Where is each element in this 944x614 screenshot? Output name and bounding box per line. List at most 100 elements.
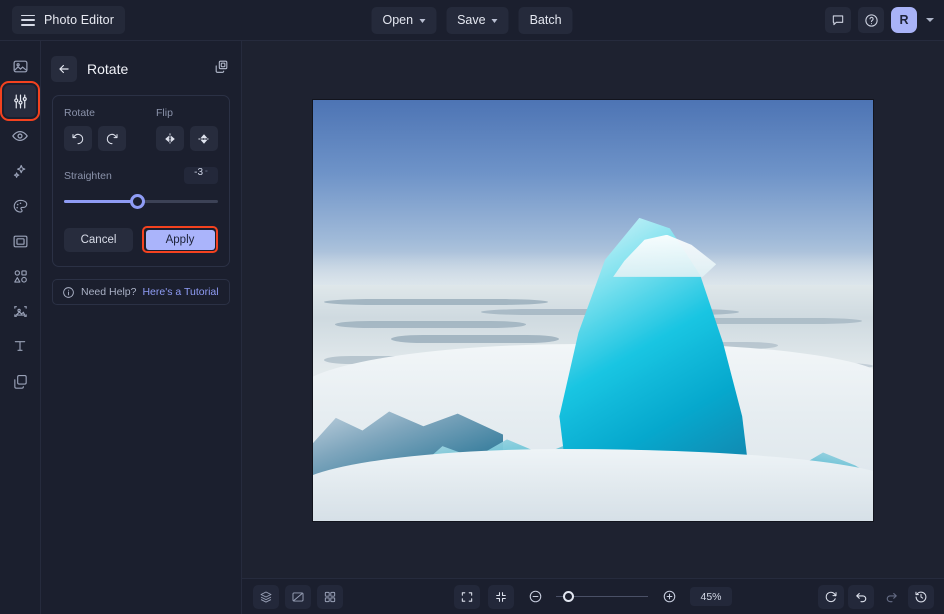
sidebar-item-frame[interactable]	[4, 225, 36, 257]
panel-back-button[interactable]	[51, 56, 77, 82]
rotate-flip-row: Rotate	[64, 107, 218, 151]
duplicate-button[interactable]	[214, 59, 229, 79]
tool-panel: Rotate Rotate	[41, 41, 242, 614]
sidebar-item-color[interactable]	[4, 190, 36, 222]
redo-icon	[884, 589, 899, 604]
sidebar-item-image[interactable]	[4, 50, 36, 82]
compare-button[interactable]	[285, 585, 311, 609]
photo-canvas[interactable]	[313, 100, 873, 521]
sidebar-item-overlay[interactable]	[4, 295, 36, 327]
rotate-cw-button[interactable]	[98, 126, 126, 151]
top-center-actions: Open Save Batch	[371, 7, 572, 34]
need-help-banner[interactable]: Need Help? Here's a Tutorial	[52, 279, 230, 305]
grid-view-button[interactable]	[317, 585, 343, 609]
reset-icon	[824, 590, 838, 604]
tool-rail	[0, 41, 41, 614]
undo-button[interactable]	[848, 585, 874, 609]
sidebar-item-layers[interactable]	[4, 365, 36, 397]
canvas-area[interactable]	[242, 41, 944, 578]
straighten-slider[interactable]	[64, 192, 218, 210]
fit-screen-button[interactable]	[454, 585, 480, 609]
fit-screen-icon	[460, 590, 474, 604]
apply-highlight-box: Apply	[142, 226, 218, 253]
avatar[interactable]: R	[891, 7, 917, 33]
history-controls	[818, 585, 934, 609]
shrink-icon	[494, 590, 508, 604]
save-button[interactable]: Save	[446, 7, 509, 34]
flip-vertical-icon	[197, 132, 211, 146]
rotate-group: Rotate	[64, 107, 126, 151]
history-button[interactable]	[908, 585, 934, 609]
reset-button[interactable]	[818, 585, 844, 609]
overlay-icon	[12, 303, 29, 320]
arrow-left-icon	[57, 62, 71, 76]
actual-size-button[interactable]	[488, 585, 514, 609]
flip-group-label: Flip	[156, 107, 218, 119]
history-icon	[914, 590, 928, 604]
feedback-button[interactable]	[825, 7, 851, 33]
zoom-out-button[interactable]	[522, 585, 548, 609]
zoom-level-value[interactable]: 45%	[690, 587, 732, 606]
photo-editor-app: Photo Editor Open Save Batch	[0, 0, 944, 614]
sparkles-icon	[12, 163, 29, 180]
bottom-bar: 45%	[242, 578, 944, 614]
info-icon	[62, 286, 75, 299]
rotate-card: Rotate	[52, 95, 230, 267]
shapes-icon	[12, 268, 29, 285]
compare-icon	[291, 590, 305, 604]
copy-layers-icon	[214, 59, 229, 74]
layers-stack-icon	[259, 590, 273, 604]
zoom-in-icon	[662, 589, 677, 604]
batch-label: Batch	[530, 13, 562, 27]
chevron-down-icon	[419, 19, 425, 23]
app-title: Photo Editor	[44, 13, 114, 27]
open-label: Open	[382, 13, 413, 27]
photo-foreground-snow	[313, 449, 873, 521]
sidebar-item-adjust[interactable]	[4, 85, 36, 117]
redo-button[interactable]	[878, 585, 904, 609]
zoom-in-button[interactable]	[656, 585, 682, 609]
rotate-ccw-button[interactable]	[64, 126, 92, 151]
panel-header: Rotate	[41, 49, 241, 89]
rotate-actions: Cancel Apply	[64, 226, 218, 253]
save-label: Save	[457, 13, 486, 27]
cancel-button[interactable]: Cancel	[64, 228, 133, 252]
rotate-ccw-icon	[71, 132, 85, 146]
straighten-header: Straighten -3 °	[64, 167, 218, 184]
open-button[interactable]: Open	[371, 7, 436, 34]
app-brand[interactable]: Photo Editor	[12, 6, 125, 34]
apply-button[interactable]: Apply	[146, 230, 215, 250]
straighten-handle[interactable]	[130, 194, 145, 209]
help-button[interactable]	[858, 7, 884, 33]
sliders-icon	[12, 93, 29, 110]
straighten-value-box[interactable]: -3 °	[184, 167, 218, 184]
sidebar-item-effects[interactable]	[4, 155, 36, 187]
flip-vertical-button[interactable]	[190, 126, 218, 151]
sidebar-item-text[interactable]	[4, 330, 36, 362]
panel-title: Rotate	[87, 61, 214, 77]
zoom-handle[interactable]	[563, 591, 574, 602]
sidebar-item-retouch[interactable]	[4, 120, 36, 152]
image-icon	[12, 58, 29, 75]
zoom-slider[interactable]	[556, 589, 648, 605]
straighten-value: -3	[194, 167, 203, 178]
flip-horizontal-button[interactable]	[156, 126, 184, 151]
batch-button[interactable]: Batch	[519, 7, 573, 34]
layers-panel-button[interactable]	[253, 585, 279, 609]
sidebar-item-shapes[interactable]	[4, 260, 36, 292]
text-icon	[12, 338, 28, 354]
rotate-group-label: Rotate	[64, 107, 126, 119]
question-circle-icon	[864, 13, 879, 28]
degree-unit: °	[205, 170, 208, 177]
undo-icon	[854, 589, 869, 604]
hamburger-icon[interactable]	[21, 15, 35, 26]
palette-icon	[12, 198, 29, 215]
tutorial-link[interactable]: Here's a Tutorial	[142, 286, 218, 298]
straighten-label: Straighten	[64, 170, 112, 182]
chevron-down-icon	[492, 19, 498, 23]
grid-icon	[323, 590, 337, 604]
eye-icon	[11, 127, 29, 145]
straighten-fill	[64, 200, 138, 203]
account-chevron-down-icon[interactable]	[926, 18, 934, 22]
top-right-actions: R	[825, 7, 934, 33]
